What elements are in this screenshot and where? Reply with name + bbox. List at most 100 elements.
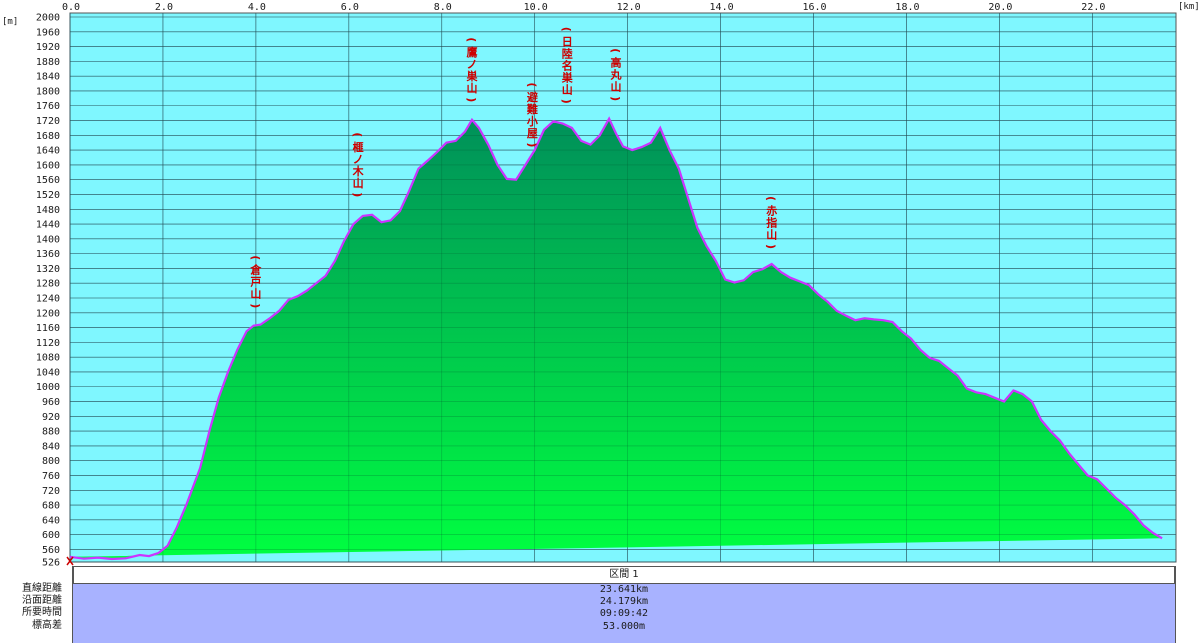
y-tick-label: 1560 — [36, 175, 60, 186]
svg-text:(: ( — [525, 82, 538, 87]
svg-text:): ) — [609, 96, 622, 101]
x-tick-label: 20.0 — [988, 2, 1012, 13]
y-tick-label: 1680 — [36, 131, 60, 142]
required-time-value: 09:09:42 — [599, 608, 649, 620]
svg-text:(: ( — [351, 132, 364, 137]
svg-text:山: 山 — [353, 176, 364, 190]
section-column-header[interactable]: 区間 1 — [73, 566, 1175, 584]
svg-text:屋: 屋 — [527, 127, 538, 140]
svg-text:倉: 倉 — [249, 263, 262, 277]
svg-text:): ) — [560, 99, 573, 104]
peak-label: (赤指山) — [765, 196, 778, 249]
x-tick-label: 14.0 — [710, 2, 734, 13]
y-tick-label: 526 — [42, 558, 60, 567]
svg-text:山: 山 — [611, 80, 622, 94]
x-tick-label: 12.0 — [617, 2, 641, 13]
elevation-profile-chart: 2000 1960 1920 1880 1840 1800 1760 1720 1680 1640… — [2, 2, 1200, 567]
svg-text:山: 山 — [766, 228, 777, 242]
summary-row-labels: 直線距離 沿面距離 所要時間 標高差 — [0, 566, 70, 643]
x-tick-label: 16.0 — [802, 2, 826, 13]
peak-label: (日陸名巣山) — [560, 27, 574, 104]
y-tick-label: 1800 — [36, 86, 60, 97]
peak-label: (倉戸山) — [249, 255, 263, 308]
y-tick-label: 1760 — [36, 101, 60, 112]
x-unit-label: [km] — [1178, 2, 1200, 12]
svg-text:避: 避 — [527, 90, 539, 104]
y-tick-label: 1320 — [36, 264, 60, 275]
y-tick-label: 1640 — [36, 146, 60, 157]
y-tick-label: 680 — [42, 501, 60, 512]
svg-text:高: 高 — [611, 56, 622, 70]
y-tick-label: 1440 — [36, 220, 60, 231]
y-tick-label: 2000 — [36, 13, 60, 24]
svg-text:指: 指 — [766, 216, 777, 230]
elevation-difference-value: 53.000m — [602, 620, 646, 632]
svg-text:(: ( — [609, 48, 622, 53]
x-tick-label: 0.0 — [62, 2, 80, 13]
svg-text:難: 難 — [527, 102, 538, 116]
svg-text:): ) — [465, 97, 478, 102]
x-tick-label: 4.0 — [248, 2, 266, 13]
y-tick-label: 1160 — [36, 323, 60, 334]
svg-text:榧: 榧 — [353, 140, 364, 154]
y-tick-label: 1040 — [36, 367, 60, 378]
svg-text:巣: 巣 — [465, 69, 478, 83]
peak-label: (鷹ノ巣山) — [465, 37, 479, 102]
svg-text:陸: 陸 — [562, 46, 573, 60]
summary-table: 区間 1 23.641km 24.179km 09:09:42 53.000m — [72, 566, 1176, 643]
x-tick-label: 8.0 — [434, 2, 452, 13]
svg-text:(: ( — [560, 27, 573, 32]
peak-label: ( 避難小屋) — [525, 82, 539, 147]
y-tick-label: 1520 — [36, 190, 60, 201]
y-tick-label: 1080 — [36, 353, 60, 364]
svg-text:山: 山 — [250, 287, 261, 301]
y-unit-label: [m] — [2, 17, 18, 27]
svg-text:): ) — [249, 303, 262, 308]
x-axis-ticks: 0.0 2.0 4.0 6.0 8.0 10.0 12.0 14.0 16.0 18.0 20.0 2… — [62, 2, 1105, 13]
svg-text:鷹: 鷹 — [466, 45, 477, 59]
y-tick-label: 560 — [42, 545, 60, 556]
svg-text:(: ( — [765, 196, 778, 201]
svg-text:名: 名 — [562, 58, 573, 72]
svg-text:): ) — [351, 192, 364, 197]
peak-label: ( 高丸山) — [609, 48, 623, 101]
x-tick-label: 18.0 — [895, 2, 919, 13]
svg-text:(: ( — [465, 37, 478, 42]
y-tick-label: 1200 — [36, 308, 60, 319]
y-axis-ticks: 2000 1960 1920 1880 1840 1800 1760 1720 1680 1640… — [36, 13, 60, 567]
svg-text:丸: 丸 — [610, 68, 623, 82]
y-tick-label: 920 — [42, 412, 60, 423]
y-tick-label: 1880 — [36, 57, 60, 68]
y-tick-label: 640 — [42, 515, 60, 526]
peak-label: (榧ノ木山) — [351, 132, 365, 197]
y-tick-label: 1960 — [36, 27, 60, 38]
summary-label: 所要時間 — [22, 607, 62, 619]
x-tick-label: 22.0 — [1081, 2, 1105, 13]
y-tick-label: 1400 — [36, 234, 60, 245]
y-tick-label: 1120 — [36, 338, 60, 349]
summary-label: 沿面距離 — [22, 595, 62, 607]
y-tick-label: 880 — [42, 427, 60, 438]
y-tick-label: 1720 — [36, 116, 60, 127]
svg-text:): ) — [525, 142, 538, 147]
svg-text:木: 木 — [352, 164, 365, 178]
x-tick-label: 10.0 — [524, 2, 548, 13]
y-tick-label: 1480 — [36, 205, 60, 216]
svg-text:赤: 赤 — [766, 204, 777, 218]
surface-distance-value: 24.179km — [599, 596, 649, 608]
y-tick-label: 1240 — [36, 294, 60, 305]
y-tick-label: 600 — [42, 530, 60, 541]
svg-text:小: 小 — [526, 114, 538, 128]
x-tick-label: 2.0 — [155, 2, 173, 13]
y-tick-label: 1360 — [36, 249, 60, 260]
svg-text:巣: 巣 — [561, 70, 574, 84]
svg-text:(: ( — [249, 255, 262, 260]
summary-label: 標高差 — [32, 619, 62, 631]
summary-label: 直線距離 — [22, 583, 62, 594]
y-tick-label: 800 — [42, 456, 60, 467]
svg-text:山: 山 — [562, 82, 573, 96]
y-tick-label: 1280 — [36, 279, 60, 290]
summary-panel: 直線距離 沿面距離 所要時間 標高差 区間 1 23.641km 24.179k… — [0, 566, 1200, 643]
y-tick-label: 1000 — [36, 382, 60, 393]
x-tick-label: 6.0 — [341, 2, 359, 13]
